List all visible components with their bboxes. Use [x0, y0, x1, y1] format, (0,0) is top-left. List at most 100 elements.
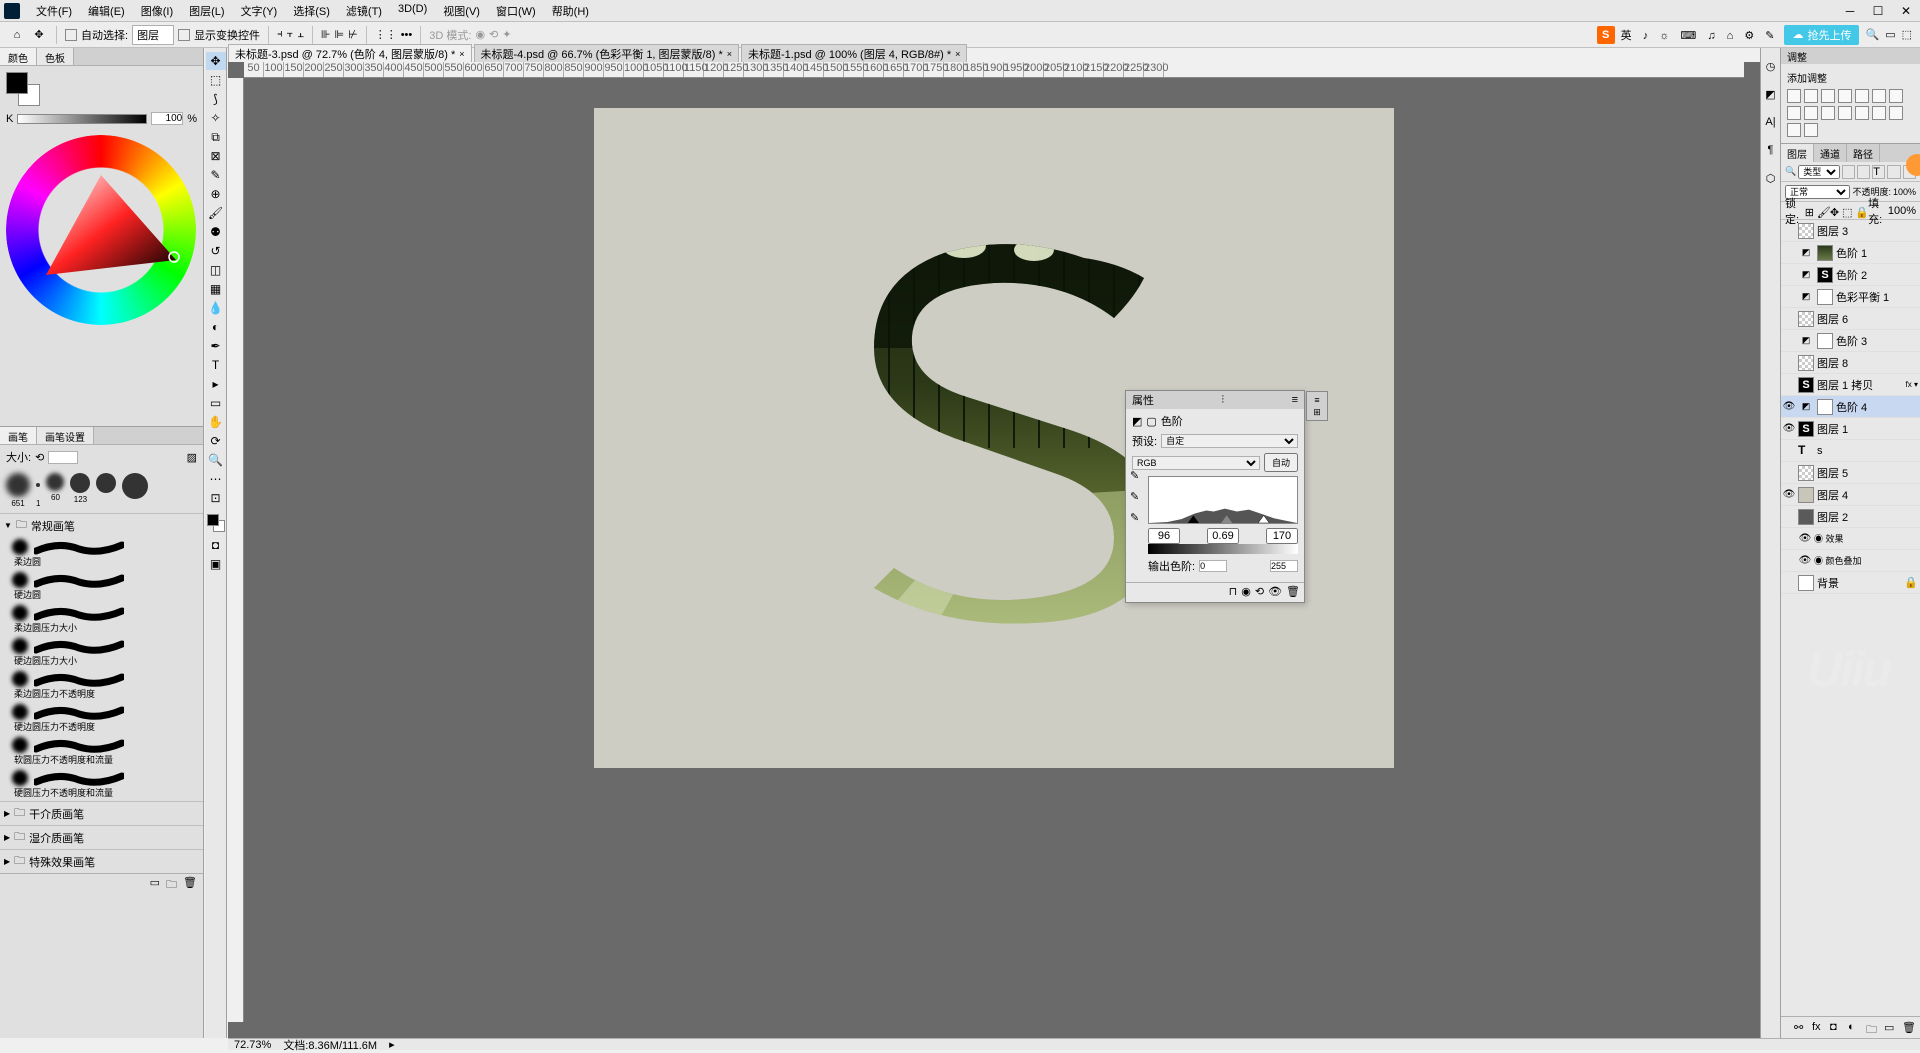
layer-row[interactable]: ◩色阶 1 [1781, 242, 1920, 264]
lasso-tool[interactable]: ⟆ [206, 90, 226, 108]
distribute-icon[interactable]: ⋮⋮ [375, 28, 397, 41]
layer-name[interactable]: 图层 6 [1817, 311, 1848, 327]
layer-name[interactable]: 图层 4 [1817, 487, 1848, 503]
layer-name[interactable]: 色阶 2 [1836, 267, 1867, 283]
k-input[interactable] [151, 112, 183, 125]
brush-edit-icon[interactable]: ▨ [187, 451, 197, 464]
share-button[interactable]: ☁ 抢先上传 [1784, 25, 1859, 45]
hue-sat-icon[interactable] [1872, 89, 1886, 103]
visibility-toggle[interactable] [1783, 577, 1795, 589]
visibility-toggle[interactable] [1783, 313, 1795, 325]
levels-adj-icon[interactable] [1804, 89, 1818, 103]
bw-icon[interactable] [1787, 106, 1801, 120]
zoom-percent[interactable]: 72.73% [234, 1039, 271, 1051]
menu-item[interactable]: 窗口(W) [488, 1, 544, 21]
history-brush-tool[interactable]: ↺ [206, 242, 226, 260]
black-eyedropper-icon[interactable]: ✎ [1130, 469, 1139, 482]
menu-item[interactable]: 3D(D) [390, 1, 435, 21]
lookup-icon[interactable] [1838, 106, 1852, 120]
flip-icon[interactable]: ⟲ [35, 451, 44, 464]
edit-toolbar[interactable]: ⊡ [206, 489, 226, 507]
midtones-input[interactable] [1207, 528, 1239, 544]
panel-menu-icon[interactable]: ≡ [1292, 394, 1298, 406]
shape-tool[interactable]: ▭ [206, 394, 226, 412]
panel-collapse-icon[interactable]: ⊞ [1313, 407, 1321, 418]
3d-icon[interactable]: ⟲ [489, 28, 498, 41]
preset-dropdown[interactable]: 自定 [1161, 434, 1298, 448]
window-close-button[interactable]: ✕ [1892, 1, 1920, 21]
white-eyedropper-icon[interactable]: ✎ [1130, 511, 1139, 524]
layer-row[interactable]: 背景🔒 [1781, 572, 1920, 594]
layer-row[interactable]: 👁 图层 4 [1781, 484, 1920, 506]
visibility-toggle[interactable] [1783, 269, 1795, 281]
layer-name[interactable]: 色阶 1 [1836, 245, 1867, 261]
character-icon[interactable]: A| [1763, 114, 1779, 130]
layer-mask-thumbnail[interactable] [1817, 333, 1833, 349]
eyedropper-tool[interactable]: ✎ [206, 166, 226, 184]
blur-tool[interactable]: 💧 [206, 299, 226, 317]
menu-item[interactable]: 视图(V) [435, 1, 488, 21]
eraser-tool[interactable]: ◫ [206, 261, 226, 279]
layer-fx-icon[interactable]: fx [1812, 1021, 1826, 1035]
layer-row[interactable]: 图层 2 [1781, 506, 1920, 528]
filter-pixel-icon[interactable] [1842, 165, 1855, 179]
toggle-visibility-icon[interactable]: 👁 [1268, 585, 1282, 600]
more-icon[interactable]: ••• [401, 29, 413, 41]
menu-item[interactable]: 编辑(E) [80, 1, 133, 21]
lock-position-icon[interactable]: ✥ [1830, 206, 1839, 216]
document-tab[interactable]: 未标题-3.psd @ 72.7% (色阶 4, 图层蒙版/8) *× [228, 44, 472, 62]
filter-shape-icon[interactable] [1887, 165, 1900, 179]
channel-dropdown[interactable]: RGB [1132, 456, 1260, 470]
dodge-tool[interactable]: ◐ [206, 318, 226, 336]
search-icon[interactable]: 🔍 [1865, 28, 1879, 41]
layer-effect-row[interactable]: 👁◉ 颜色叠加 [1781, 550, 1920, 572]
new-adjustment-icon[interactable]: ◐ [1848, 1021, 1862, 1035]
align-icon[interactable]: ⫞ [277, 28, 283, 41]
document-tab[interactable]: 未标题-1.psd @ 100% (图层 4, RGB/8#) *× [741, 44, 967, 62]
layer-mask-thumbnail[interactable] [1817, 289, 1833, 305]
layer-name[interactable]: 图层 3 [1817, 223, 1848, 239]
output-low-input[interactable] [1199, 560, 1227, 572]
visibility-toggle[interactable]: 👁 [1783, 423, 1795, 435]
sogou-icon[interactable]: S [1597, 26, 1615, 44]
brush-preset-item[interactable] [0, 570, 203, 590]
tab-brush-settings[interactable]: 画笔设置 [37, 427, 94, 444]
brush-preset-item[interactable] [0, 669, 203, 689]
panel-collapse-icon[interactable]: ⫶ [1221, 394, 1224, 407]
layer-row[interactable]: 图层 8 [1781, 352, 1920, 374]
history-icon[interactable]: ◷ [1763, 58, 1779, 74]
k-slider-track[interactable] [17, 114, 147, 124]
layer-row[interactable]: 👁S图层 1 [1781, 418, 1920, 440]
new-group-icon[interactable]: 🗀 [1866, 1021, 1880, 1035]
highlights-input[interactable] [1266, 528, 1298, 544]
color-wheel[interactable] [6, 135, 196, 325]
crop-tool[interactable]: ⧉ [206, 128, 226, 146]
filter-adjust-icon[interactable] [1857, 165, 1870, 179]
visibility-toggle[interactable] [1783, 445, 1795, 457]
screen-mode-toggle[interactable]: ▣ [206, 555, 226, 573]
healing-tool[interactable]: ⊕ [206, 185, 226, 203]
move-tool[interactable]: ✥ [206, 52, 226, 70]
close-tab-icon[interactable]: × [727, 49, 732, 59]
paragraph-icon[interactable]: ¶ [1763, 142, 1779, 158]
tab-brushes[interactable]: 画笔 [0, 427, 37, 444]
layer-row[interactable]: 图层 5 [1781, 462, 1920, 484]
selective-color-icon[interactable] [1804, 123, 1818, 137]
new-layer-icon[interactable]: ▭ [1884, 1021, 1898, 1035]
brush-tool[interactable]: 🖌 [206, 204, 226, 222]
status-arrow-icon[interactable]: ▸ [389, 1038, 395, 1051]
brush-group-header[interactable]: ▶🗀干介质画笔 [0, 801, 203, 825]
pen-tool[interactable]: ✒ [206, 337, 226, 355]
new-brush-icon[interactable]: ▭ [150, 876, 160, 891]
histogram[interactable] [1148, 476, 1298, 524]
auto-select-mode-dropdown[interactable]: 图层 [132, 25, 174, 45]
align-icon[interactable]: ⊬ [348, 28, 358, 41]
menu-item[interactable]: 滤镜(T) [338, 1, 390, 21]
brush-preset-item[interactable] [0, 636, 203, 656]
visibility-toggle[interactable] [1783, 467, 1795, 479]
lock-all-icon[interactable]: 🔒 [1855, 206, 1865, 216]
visibility-toggle[interactable] [1783, 247, 1795, 259]
visibility-toggle[interactable]: 👁 [1783, 489, 1795, 501]
brush-preset-item[interactable] [0, 735, 203, 755]
canvas-viewport[interactable] [244, 78, 1744, 1022]
